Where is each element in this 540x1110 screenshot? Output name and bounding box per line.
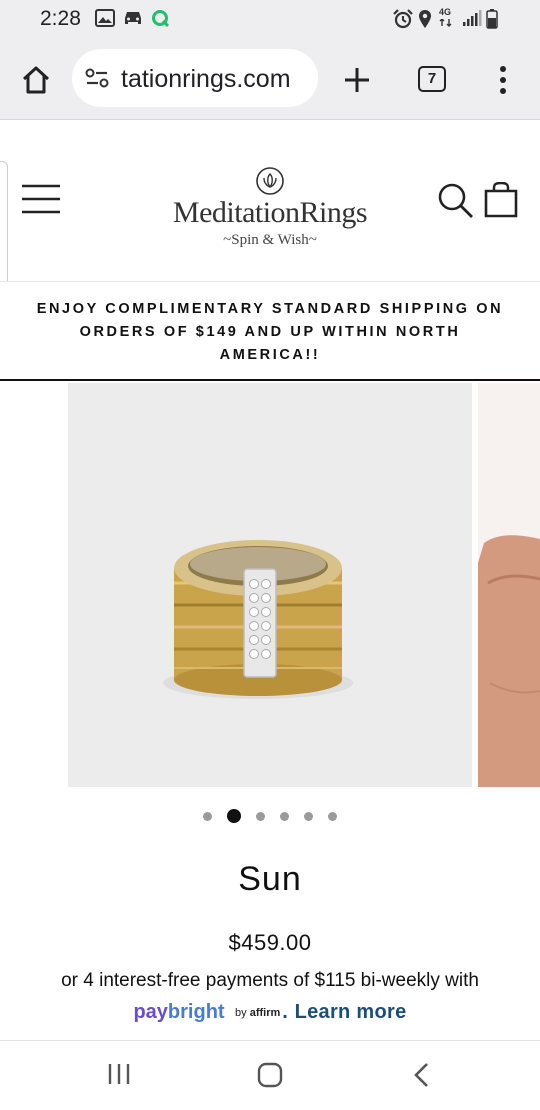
home-icon[interactable] <box>20 64 52 96</box>
pagination-dot[interactable] <box>256 812 265 821</box>
gallery-pagination <box>0 808 540 824</box>
pagination-dot[interactable] <box>304 812 313 821</box>
brand-tagline: ~Spin & Wish~ <box>223 232 317 248</box>
recents-icon[interactable] <box>106 1061 132 1087</box>
affirm-logo: affirm <box>249 1006 281 1019</box>
tabs-button[interactable]: 7 <box>418 66 446 92</box>
product-price: $459.00 <box>228 930 312 955</box>
paybright-logo: paybright <box>133 1001 224 1024</box>
q-app-icon <box>152 10 170 28</box>
product-title: Sun <box>238 860 302 898</box>
pagination-dot-active[interactable] <box>227 809 241 823</box>
status-time: 2:28 <box>40 7 81 30</box>
learn-more-prefix: . <box>282 1001 289 1023</box>
cart-icon[interactable] <box>484 182 518 218</box>
system-navigation-bar <box>0 1040 540 1110</box>
url-text: tationrings.com <box>121 65 291 93</box>
product-image-hand[interactable] <box>478 383 540 787</box>
data-arrows-icon <box>439 19 452 27</box>
pagination-dot[interactable] <box>203 812 212 821</box>
paybright-pay: pay <box>133 1001 168 1023</box>
product-gallery[interactable] <box>0 383 540 787</box>
network-type: 4G <box>439 7 452 17</box>
pagination-dot[interactable] <box>280 812 289 821</box>
pagination-dot[interactable] <box>328 812 337 821</box>
ring-illustration <box>163 540 353 699</box>
signal-icon <box>463 10 482 26</box>
menu-icon[interactable] <box>21 184 61 214</box>
installments-text: or 4 interest-free payments of $115 bi-w… <box>61 970 479 991</box>
back-icon[interactable] <box>410 1061 432 1089</box>
brand-logo[interactable]: MeditationRings ~Spin & Wish~ <box>150 196 390 249</box>
browser-toolbar: tationrings.com 7 <box>0 40 540 120</box>
paybright-bright: bright <box>167 1001 225 1023</box>
address-bar[interactable]: tationrings.com <box>72 49 318 107</box>
lotus-logo-icon[interactable] <box>255 166 285 196</box>
paybright-row: paybright by affirm. Learn more <box>0 1001 540 1024</box>
status-bar: 2:28 4G <box>0 0 540 40</box>
home-nav-icon[interactable] <box>256 1061 284 1089</box>
alarm-icon <box>393 9 413 29</box>
by-affirm: by affirm <box>235 1007 280 1019</box>
by-prefix: by <box>235 1006 247 1019</box>
hand-illustration <box>478 383 540 787</box>
new-tab-icon[interactable] <box>343 66 371 94</box>
brand-name: MeditationRings <box>172 196 368 229</box>
site-settings-icon[interactable] <box>85 67 109 89</box>
announcement-bar: ENJOY COMPLIMENTARY STANDARD SHIPPING ON… <box>0 281 540 381</box>
location-icon <box>419 10 431 28</box>
search-icon[interactable] <box>437 182 475 220</box>
learn-more-link[interactable]: Learn more <box>295 1001 407 1024</box>
more-menu-icon[interactable] <box>497 65 509 95</box>
battery-icon <box>486 9 498 29</box>
car-icon <box>125 12 141 24</box>
product-image-ring[interactable] <box>68 383 472 787</box>
announcement-text: ENJOY COMPLIMENTARY STANDARD SHIPPING ON… <box>36 301 504 363</box>
gallery-icon <box>95 9 115 27</box>
